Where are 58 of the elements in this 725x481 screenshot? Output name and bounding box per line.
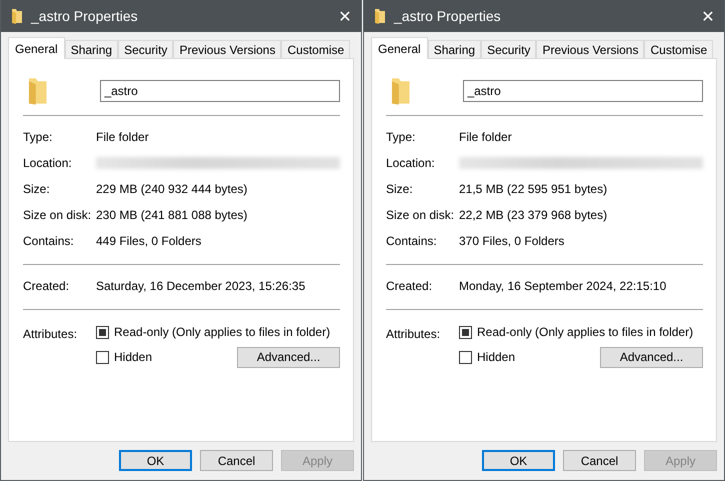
- field-value: 230 MB (241 881 088 bytes): [96, 208, 248, 222]
- tab[interactable]: General: [8, 37, 65, 59]
- field-label: Created:: [386, 279, 434, 293]
- field-label: Attributes:: [386, 326, 442, 343]
- tab[interactable]: Security: [118, 40, 174, 58]
- field-value: 229 MB (240 932 444 bytes): [96, 182, 248, 196]
- folder-icon: [391, 77, 410, 105]
- close-button[interactable]: ✕: [331, 2, 359, 30]
- dialog-button[interactable]: OK: [119, 450, 192, 471]
- dialog-button[interactable]: Cancel: [563, 450, 636, 471]
- field-value: 22,2 MB (23 379 968 bytes): [459, 208, 608, 222]
- folder-icon: [11, 8, 23, 24]
- field-label: Type:: [386, 130, 416, 144]
- window-title: _astro Properties: [31, 8, 139, 24]
- field-value: 449 Files, 0 Folders: [96, 234, 202, 248]
- field-label: Size:: [386, 182, 414, 196]
- tab[interactable]: Previous Versions: [173, 40, 282, 58]
- field-label: Location:: [386, 156, 436, 170]
- tab[interactable]: Customise: [281, 40, 350, 58]
- dialog-button[interactable]: Cancel: [200, 450, 273, 471]
- close-button[interactable]: ✕: [694, 2, 722, 30]
- field-label: Contains:: [386, 234, 438, 248]
- checkbox-label: Hidden: [114, 350, 152, 364]
- field-label: Size:: [23, 182, 51, 196]
- checkbox-label: Hidden: [477, 350, 516, 364]
- advanced-button[interactable]: Advanced...: [600, 346, 703, 368]
- field-label: Created:: [23, 279, 70, 293]
- field-label: Type:: [23, 130, 54, 144]
- checkbox-label: Read-only (Only applies to files in folder): [477, 325, 694, 339]
- checkbox-label: Read-only (Only applies to files in folder): [114, 325, 330, 339]
- field-value: 21,5 MB (22 595 951 bytes): [459, 182, 608, 196]
- field-value: 370 Files, 0 Folders: [459, 234, 564, 248]
- checkbox[interactable]: [459, 326, 472, 338]
- tab[interactable]: Customise: [644, 40, 714, 58]
- field-label: Attributes:: [23, 326, 78, 343]
- checkbox[interactable]: [459, 350, 472, 364]
- name-field[interactable]: _astro: [463, 80, 703, 102]
- tab[interactable]: Sharing: [64, 40, 118, 58]
- tab[interactable]: General: [371, 37, 428, 59]
- checkbox[interactable]: [96, 326, 109, 338]
- name-field[interactable]: _astro: [100, 80, 340, 102]
- field-value: Saturday, 16 December 2023, 15:26:35: [96, 279, 306, 293]
- advanced-button[interactable]: Advanced...: [237, 346, 340, 368]
- tab[interactable]: Security: [481, 40, 536, 58]
- tab[interactable]: Previous Versions: [536, 40, 644, 58]
- folder-icon: [28, 77, 48, 105]
- dialog-button[interactable]: OK: [482, 450, 555, 471]
- field-label: Size on disk:: [386, 208, 456, 222]
- window-title: _astro Properties: [394, 8, 502, 24]
- field-value: File folder: [459, 130, 512, 144]
- field-label: Size on disk:: [23, 208, 92, 222]
- checkbox[interactable]: [96, 350, 109, 364]
- field-value: Monday, 16 September 2024, 22:15:10: [459, 279, 666, 293]
- field-label: Location:: [23, 156, 73, 170]
- field-value: File folder: [96, 130, 149, 144]
- tab[interactable]: Sharing: [428, 40, 482, 58]
- folder-icon: [374, 8, 386, 24]
- field-label: Contains:: [23, 234, 75, 248]
